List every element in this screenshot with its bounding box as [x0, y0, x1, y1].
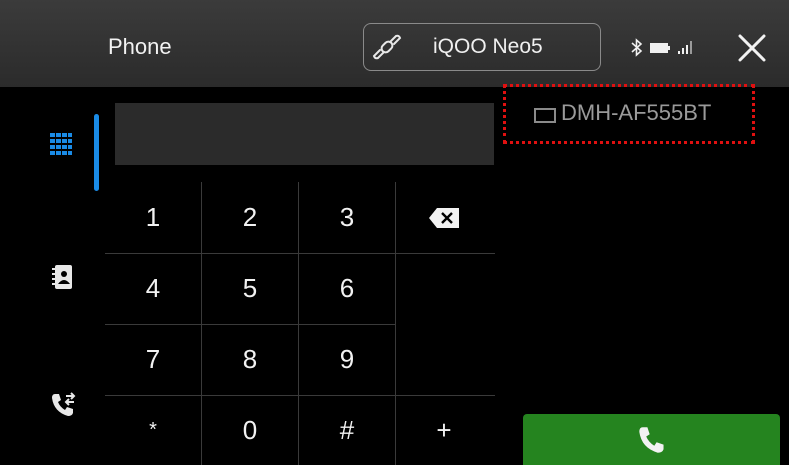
- page-title: Phone: [108, 34, 172, 59]
- phone-icon: [638, 426, 664, 453]
- active-indicator: [94, 114, 99, 191]
- model-label: DMH-AF555BT: [561, 100, 712, 125]
- dialpad-icon[interactable]: [50, 133, 72, 155]
- key-hash[interactable]: #: [299, 396, 395, 465]
- bluetooth-icon: [631, 38, 643, 57]
- keypad: 1 2 3 4 5 6 7 8 9 * 0 # +: [105, 182, 495, 465]
- head-unit-icon: [534, 108, 556, 123]
- key-0[interactable]: 0: [202, 396, 298, 465]
- device-name: iQOO Neo5: [433, 35, 543, 58]
- key-9[interactable]: 9: [299, 325, 395, 394]
- signal-icon: [678, 41, 692, 54]
- contacts-icon[interactable]: [52, 265, 72, 289]
- key-star[interactable]: *: [105, 396, 201, 465]
- link-icon: [372, 34, 402, 60]
- key-6[interactable]: 6: [299, 254, 395, 323]
- key-2[interactable]: 2: [202, 183, 298, 252]
- call-button[interactable]: [523, 414, 780, 465]
- backspace-button[interactable]: [396, 183, 492, 252]
- key-7[interactable]: 7: [105, 325, 201, 394]
- top-bar: Phone iQOO Neo5: [0, 0, 789, 87]
- backspace-icon: [429, 207, 459, 228]
- key-3[interactable]: 3: [299, 183, 395, 252]
- number-display: [115, 103, 494, 165]
- key-5[interactable]: 5: [202, 254, 298, 323]
- status-icons: [631, 38, 692, 57]
- key-8[interactable]: 8: [202, 325, 298, 394]
- close-icon[interactable]: [736, 32, 768, 64]
- device-selector-button[interactable]: iQOO Neo5: [363, 23, 601, 71]
- key-4[interactable]: 4: [105, 254, 201, 323]
- model-label-box: DMH-AF555BT: [503, 84, 755, 144]
- call-history-icon[interactable]: [50, 392, 76, 418]
- battery-icon: [650, 43, 670, 53]
- key-1[interactable]: 1: [105, 183, 201, 252]
- key-plus[interactable]: +: [396, 396, 492, 465]
